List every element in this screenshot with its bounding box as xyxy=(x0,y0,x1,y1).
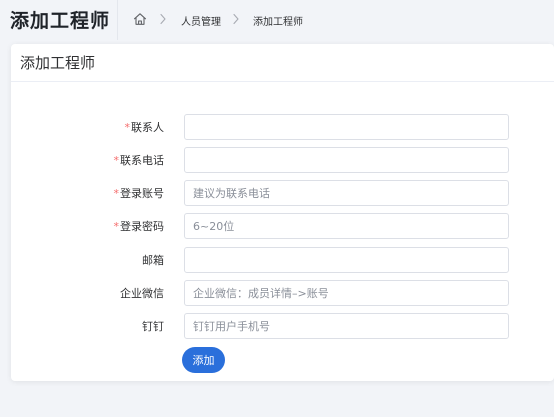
form-row-dingtalk: 钉钉 xyxy=(11,313,554,339)
phone-input[interactable] xyxy=(184,147,509,173)
breadcrumb-item-current: 添加工程师 xyxy=(253,17,303,28)
password-input[interactable] xyxy=(184,213,509,239)
required-mark: * xyxy=(124,121,131,134)
email-label: 邮箱 xyxy=(142,254,164,267)
card-title: 添加工程师 xyxy=(20,54,96,72)
chevron-right-icon xyxy=(160,13,166,25)
required-mark: * xyxy=(113,154,120,167)
card-header: 添加工程师 xyxy=(11,44,554,82)
breadcrumb-item-personnel[interactable]: 人员管理 xyxy=(181,13,221,28)
wecom-input[interactable] xyxy=(184,280,509,306)
header-divider xyxy=(117,0,118,40)
home-icon[interactable] xyxy=(133,12,147,26)
form-row-contact: *联系人 xyxy=(11,114,554,140)
form-row-email: 邮箱 xyxy=(11,247,554,273)
chevron-right-icon xyxy=(233,13,239,25)
form-row-account: *登录账号 xyxy=(11,180,554,206)
dingtalk-input[interactable] xyxy=(184,313,509,339)
email-input[interactable] xyxy=(184,247,509,273)
form-row-phone: *联系电话 xyxy=(11,147,554,173)
contact-input[interactable] xyxy=(184,114,509,140)
required-mark: * xyxy=(113,187,120,200)
page-title: 添加工程师 xyxy=(10,10,111,32)
account-label: *登录账号 xyxy=(113,187,165,200)
account-input[interactable] xyxy=(184,180,509,206)
form-card: 添加工程师 *联系人 *联系电话 *登录账号 *登录密码 邮箱 企业微信 钉钉 … xyxy=(11,44,554,381)
dingtalk-label: 钉钉 xyxy=(142,320,164,333)
wecom-label: 企业微信 xyxy=(120,287,164,300)
phone-label: *联系电话 xyxy=(113,154,165,167)
form-row-wecom: 企业微信 xyxy=(11,280,554,306)
form-row-password: *登录密码 xyxy=(11,213,554,239)
add-button[interactable]: 添加 xyxy=(182,347,225,373)
contact-label: *联系人 xyxy=(124,121,165,134)
password-label: *登录密码 xyxy=(113,220,165,233)
required-mark: * xyxy=(113,220,120,233)
top-bar: 添加工程师 人员管理 添加工程师 xyxy=(0,0,554,40)
